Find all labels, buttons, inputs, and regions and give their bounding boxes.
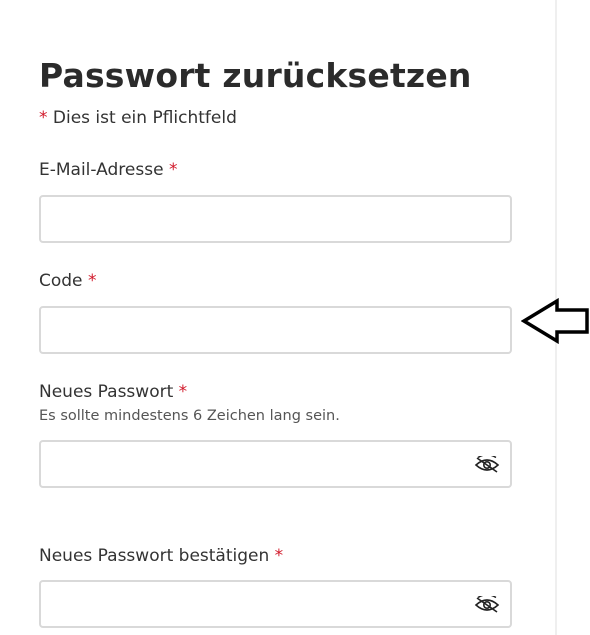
new-password-field-box [39, 440, 512, 488]
required-note-text: Dies ist ein Pflichtfeld [47, 108, 237, 128]
eye-slash-icon[interactable] [474, 456, 500, 474]
new-password-label: Neues Passwort * [39, 382, 187, 402]
email-label: E-Mail-Adresse * [39, 160, 177, 180]
required-star: * [274, 546, 284, 566]
code-label: Code * [39, 271, 96, 291]
email-label-text: E-Mail-Adresse [39, 160, 164, 180]
email-field-box [39, 195, 512, 243]
password-hint: Es sollte mindestens 6 Zeichen lang sein… [39, 408, 340, 424]
page-title: Passwort zurücksetzen [39, 56, 472, 95]
required-star: * [168, 160, 178, 180]
required-star: * [87, 271, 97, 291]
confirm-password-field-box [39, 580, 512, 628]
confirm-password-field[interactable] [41, 582, 510, 626]
email-field[interactable] [41, 197, 510, 241]
confirm-password-label-text: Neues Passwort bestätigen [39, 546, 270, 566]
code-field-box [39, 306, 512, 354]
required-star: * [178, 382, 188, 402]
arrow-left-outline-icon [521, 298, 589, 344]
code-label-text: Code [39, 271, 83, 291]
code-field[interactable] [41, 308, 510, 352]
new-password-field[interactable] [41, 442, 510, 486]
required-field-note: * Dies ist ein Pflichtfeld [39, 108, 237, 128]
required-star: * [39, 108, 48, 128]
new-password-label-text: Neues Passwort [39, 382, 174, 402]
confirm-password-label: Neues Passwort bestätigen * [39, 546, 283, 566]
eye-slash-icon[interactable] [474, 596, 500, 614]
